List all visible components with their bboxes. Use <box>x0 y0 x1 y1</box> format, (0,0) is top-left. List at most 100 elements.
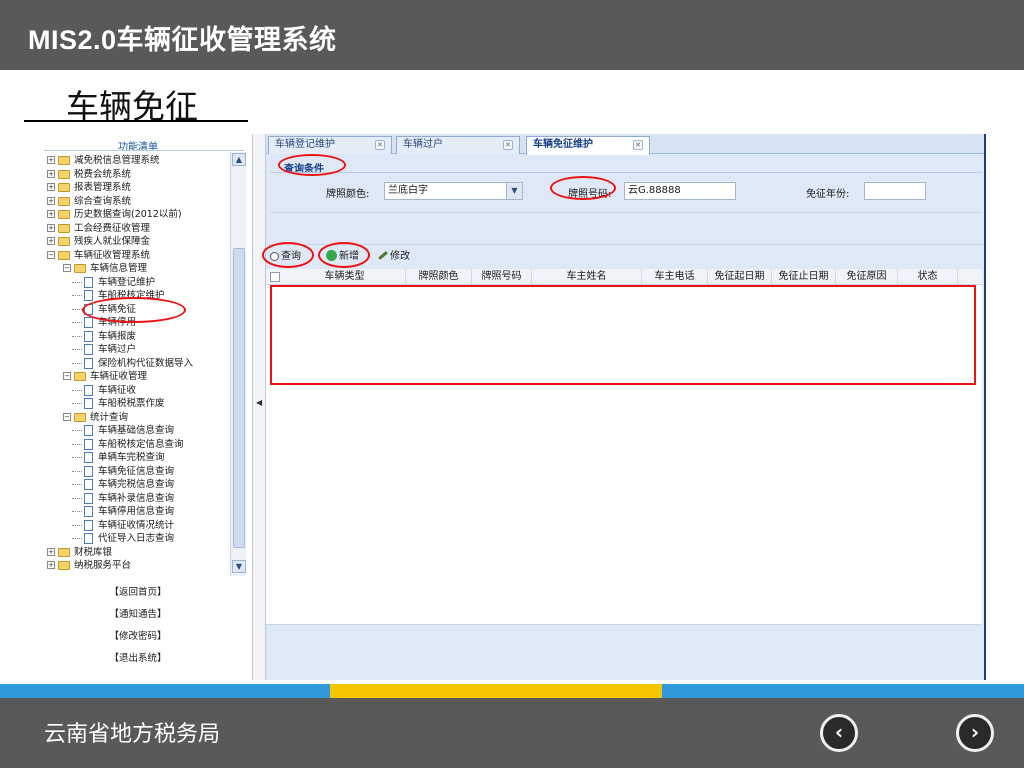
tree-item-label: 保险机构代征数据导入 <box>98 357 194 369</box>
collapse-icon[interactable]: − <box>63 372 71 380</box>
tree-item-label: 工会经费征收管理 <box>74 222 151 234</box>
tree-item-label: 综合查询系统 <box>74 195 132 207</box>
col-status[interactable]: 状态 <box>898 269 958 285</box>
link-change-password[interactable]: 【修改密码】 <box>24 628 252 642</box>
tree-item[interactable]: − 统计查询 <box>44 411 234 424</box>
tree-item[interactable]: + 历史数据查询(2012以前) <box>44 208 234 221</box>
frame-border <box>984 134 986 680</box>
tree-item[interactable]: 代征导入日志查询 <box>44 532 234 545</box>
link-logout[interactable]: 【退出系统】 <box>24 650 252 664</box>
expand-icon[interactable]: + <box>47 223 55 232</box>
exempt-year-input[interactable] <box>864 182 926 200</box>
tree-item-label: 车辆征收 <box>98 384 137 396</box>
tab-label: 车辆过户 <box>403 139 443 150</box>
annotation-ring-query-title <box>278 154 346 176</box>
tree-item[interactable]: 车船税核定信息查询 <box>44 438 234 451</box>
tree-item-label: 财税库银 <box>74 546 113 558</box>
tree-item[interactable]: + 减免税信息管理系统 <box>44 154 234 167</box>
sidebar-splitter[interactable]: ◀ <box>252 134 266 680</box>
expand-icon[interactable]: + <box>47 169 55 178</box>
collapse-icon[interactable]: − <box>63 264 71 272</box>
tree-item[interactable]: + 工会经费征收管理 <box>44 222 234 235</box>
tree-item[interactable]: + 税费会统系统 <box>44 168 234 181</box>
annotation-ring-plate-label <box>550 176 616 200</box>
tree-connector <box>72 484 82 485</box>
tree-item[interactable]: − 车辆征收管理系统 <box>44 249 234 262</box>
col-owner-phone[interactable]: 车主电话 <box>642 269 708 285</box>
expand-icon[interactable]: + <box>47 156 55 164</box>
document-icon <box>84 398 93 409</box>
tree-item[interactable]: 车辆完税信息查询 <box>44 478 234 491</box>
col-exempt-end[interactable]: 免征止日期 <box>772 269 836 285</box>
tree-item[interactable]: 车辆征收情况统计 <box>44 519 234 532</box>
tree-item[interactable]: 车辆报废 <box>44 330 234 343</box>
expand-icon[interactable]: + <box>47 561 55 569</box>
tree-item[interactable]: + 纳税服务平台 <box>44 559 234 572</box>
scroll-up-icon[interactable]: ▲ <box>232 153 246 166</box>
tree-connector <box>72 497 82 499</box>
tab-vehicle-exemption[interactable]: 车辆免征维护 ✕ <box>526 136 650 155</box>
expand-icon[interactable]: + <box>47 183 55 191</box>
plate-color-select[interactable]: 兰底白字 <box>384 182 508 200</box>
tree-scrollbar[interactable]: ▲ ▼ <box>230 152 246 576</box>
prev-button[interactable]: ‹ <box>820 714 858 752</box>
col-plate-color[interactable]: 牌照颜色 <box>406 269 472 285</box>
folder-icon <box>58 210 70 219</box>
col-exempt-start[interactable]: 免征起日期 <box>708 269 772 285</box>
scroll-down-icon[interactable]: ▼ <box>232 560 246 573</box>
tree-item[interactable]: 车辆登记维护 <box>44 276 234 289</box>
scroll-thumb[interactable] <box>233 248 245 548</box>
stripe-blue-left <box>0 684 330 698</box>
tree-item-label: 代征导入日志查询 <box>98 533 175 544</box>
document-icon <box>84 438 93 450</box>
col-vehicle-type[interactable]: 车辆类型 <box>284 269 406 285</box>
collapse-icon[interactable]: − <box>47 250 55 259</box>
select-all-checkbox[interactable] <box>270 272 280 282</box>
tree-connector <box>72 403 82 404</box>
tab-vehicle-registration[interactable]: 车辆登记维护 ✕ <box>268 136 392 154</box>
expand-icon[interactable]: + <box>47 237 55 245</box>
tree-item-label: 车船税核定信息查询 <box>98 438 184 450</box>
plate-number-input[interactable]: 云G.88888 <box>624 182 736 200</box>
tree-item[interactable]: − 车辆征收管理 <box>44 370 234 383</box>
tree-item[interactable]: − 车辆信息管理 <box>44 262 234 275</box>
tree-item[interactable]: + 报表管理系统 <box>44 181 234 194</box>
link-home[interactable]: 【返回首页】 <box>24 584 252 598</box>
tree-item[interactable]: + 综合查询系统 <box>44 195 234 208</box>
expand-icon[interactable]: + <box>47 547 55 556</box>
tree-item[interactable]: 车辆免征信息查询 <box>44 465 234 478</box>
tree-item[interactable]: 车辆停用信息查询 <box>44 505 234 518</box>
main-panel: 车辆登记维护 ✕ 车辆过户 ✕ 车辆免征维护 ✕ 查询条件 牌照颜色: 兰底白字… <box>266 134 986 680</box>
collapse-icon[interactable]: − <box>63 412 71 421</box>
tree-item[interactable]: + 残疾人就业保障金 <box>44 235 234 248</box>
expand-icon[interactable]: + <box>47 210 55 218</box>
tree-item[interactable]: 保险机构代征数据导入 <box>44 357 234 370</box>
tab-vehicle-transfer[interactable]: 车辆过户 ✕ <box>396 136 520 154</box>
close-icon[interactable]: ✕ <box>503 140 513 150</box>
tree-connector <box>72 335 82 337</box>
tree-item[interactable]: 车辆基础信息查询 <box>44 424 234 437</box>
next-button[interactable]: › <box>956 714 994 752</box>
tree-item[interactable]: 车辆征收 <box>44 384 234 397</box>
edit-button[interactable]: 修改 <box>378 249 410 265</box>
tree-item[interactable]: 车辆过户 <box>44 343 234 356</box>
expand-icon[interactable]: + <box>47 196 55 205</box>
col-exempt-reason[interactable]: 免征原因 <box>836 269 898 285</box>
link-notices[interactable]: 【通知通告】 <box>24 606 252 620</box>
tree-item-label: 车辆过户 <box>98 344 137 355</box>
close-icon[interactable]: ✕ <box>375 140 385 150</box>
col-owner-name[interactable]: 车主姓名 <box>532 269 642 285</box>
plate-color-label: 牌照颜色: <box>326 189 370 200</box>
tree-item[interactable]: 单辆车完税查询 <box>44 451 234 464</box>
footer-org: 云南省地方税务局 <box>44 721 221 746</box>
tree-item[interactable]: + 财税库银 <box>44 546 234 559</box>
collapse-left-icon[interactable]: ◀ <box>256 398 262 407</box>
tree-item[interactable]: 车船税税票作废 <box>44 397 234 410</box>
tree-connector <box>72 281 82 283</box>
close-icon[interactable]: ✕ <box>633 140 643 150</box>
tree-connector <box>72 511 82 512</box>
chevron-down-icon[interactable]: ▼ <box>506 182 523 200</box>
col-plate-number[interactable]: 牌照号码 <box>472 269 532 285</box>
tree-connector <box>72 443 82 445</box>
tree-item[interactable]: 车辆补录信息查询 <box>44 492 234 505</box>
